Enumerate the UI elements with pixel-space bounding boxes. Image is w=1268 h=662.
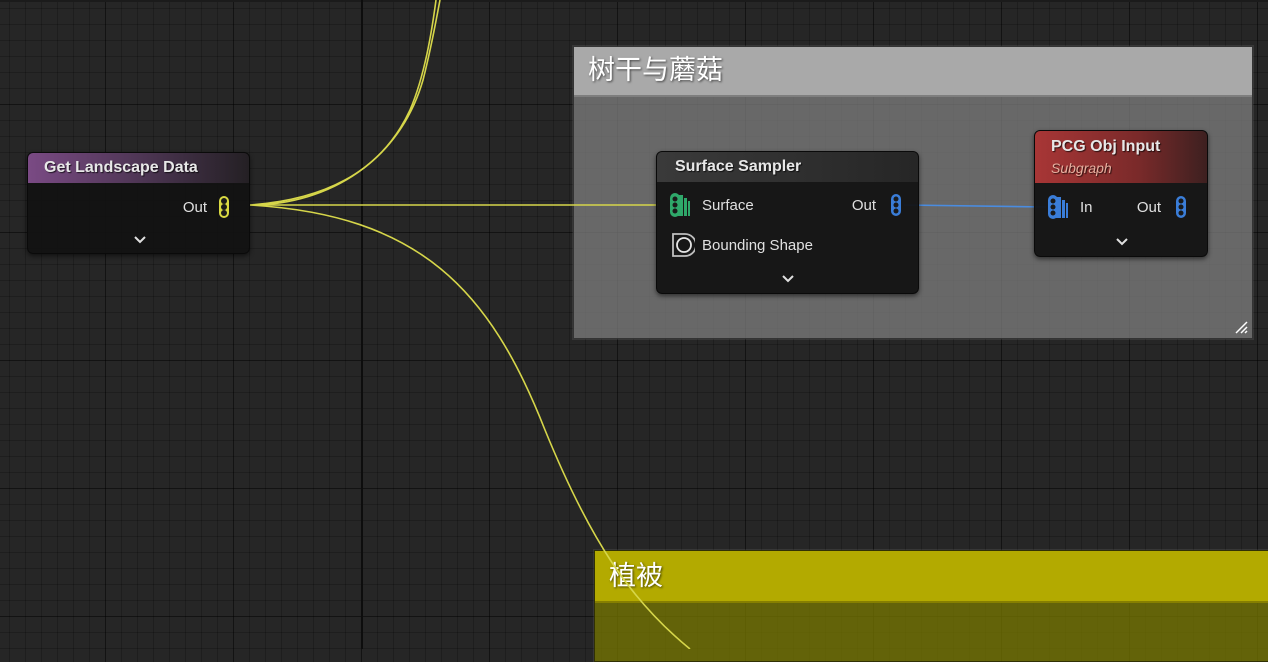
node-subtitle: Subgraph <box>1051 160 1112 176</box>
chevron-down-icon[interactable] <box>133 235 147 245</box>
node-title[interactable]: Get Landscape Data <box>28 153 249 183</box>
output-pin-out[interactable]: Out <box>852 193 904 217</box>
wire-landscape-up-1[interactable] <box>249 0 441 206</box>
pin-label: Out <box>182 198 207 216</box>
pin-label: Surface <box>702 196 754 214</box>
output-pin-out[interactable]: Out <box>1137 195 1189 219</box>
chevron-down-icon[interactable] <box>1115 237 1129 247</box>
pin-label: In <box>1080 198 1093 216</box>
surface-pin-icon[interactable] <box>669 192 693 218</box>
wire-sampler-to-pcg[interactable] <box>903 204 1047 208</box>
input-pin-surface[interactable]: Surface <box>669 192 754 218</box>
point-data-pin-icon[interactable] <box>217 195 233 219</box>
pin-label: Out <box>1136 198 1161 216</box>
output-pin-out[interactable]: Out <box>183 195 233 219</box>
point-pin-icon[interactable] <box>1047 194 1071 220</box>
wires-layer <box>249 0 1047 649</box>
node-header[interactable]: PCG Obj Input Subgraph <box>1035 131 1207 183</box>
spatial-pin-icon[interactable] <box>669 232 695 258</box>
wire-landscape-to-vegetation[interactable] <box>249 204 691 649</box>
input-pin-in[interactable]: In <box>1047 194 1093 220</box>
pin-label: Bounding Shape <box>702 236 813 254</box>
input-pin-bounding-shape[interactable]: Bounding Shape <box>669 232 813 258</box>
point-pin-icon[interactable] <box>1175 195 1189 219</box>
node-surface-sampler[interactable]: Surface Sampler Surface Bounding Shape O… <box>656 151 919 294</box>
node-get-landscape-data[interactable]: Get Landscape Data Out <box>27 152 250 254</box>
chevron-down-icon[interactable] <box>781 274 795 284</box>
wire-landscape-up-2[interactable] <box>249 0 437 206</box>
node-title[interactable]: Surface Sampler <box>657 152 918 182</box>
node-pcg-obj-input[interactable]: PCG Obj Input Subgraph In Out <box>1034 130 1208 257</box>
point-pin-icon[interactable] <box>890 193 904 217</box>
node-title: PCG Obj Input <box>1051 138 1161 155</box>
pin-label: Out <box>851 196 876 214</box>
